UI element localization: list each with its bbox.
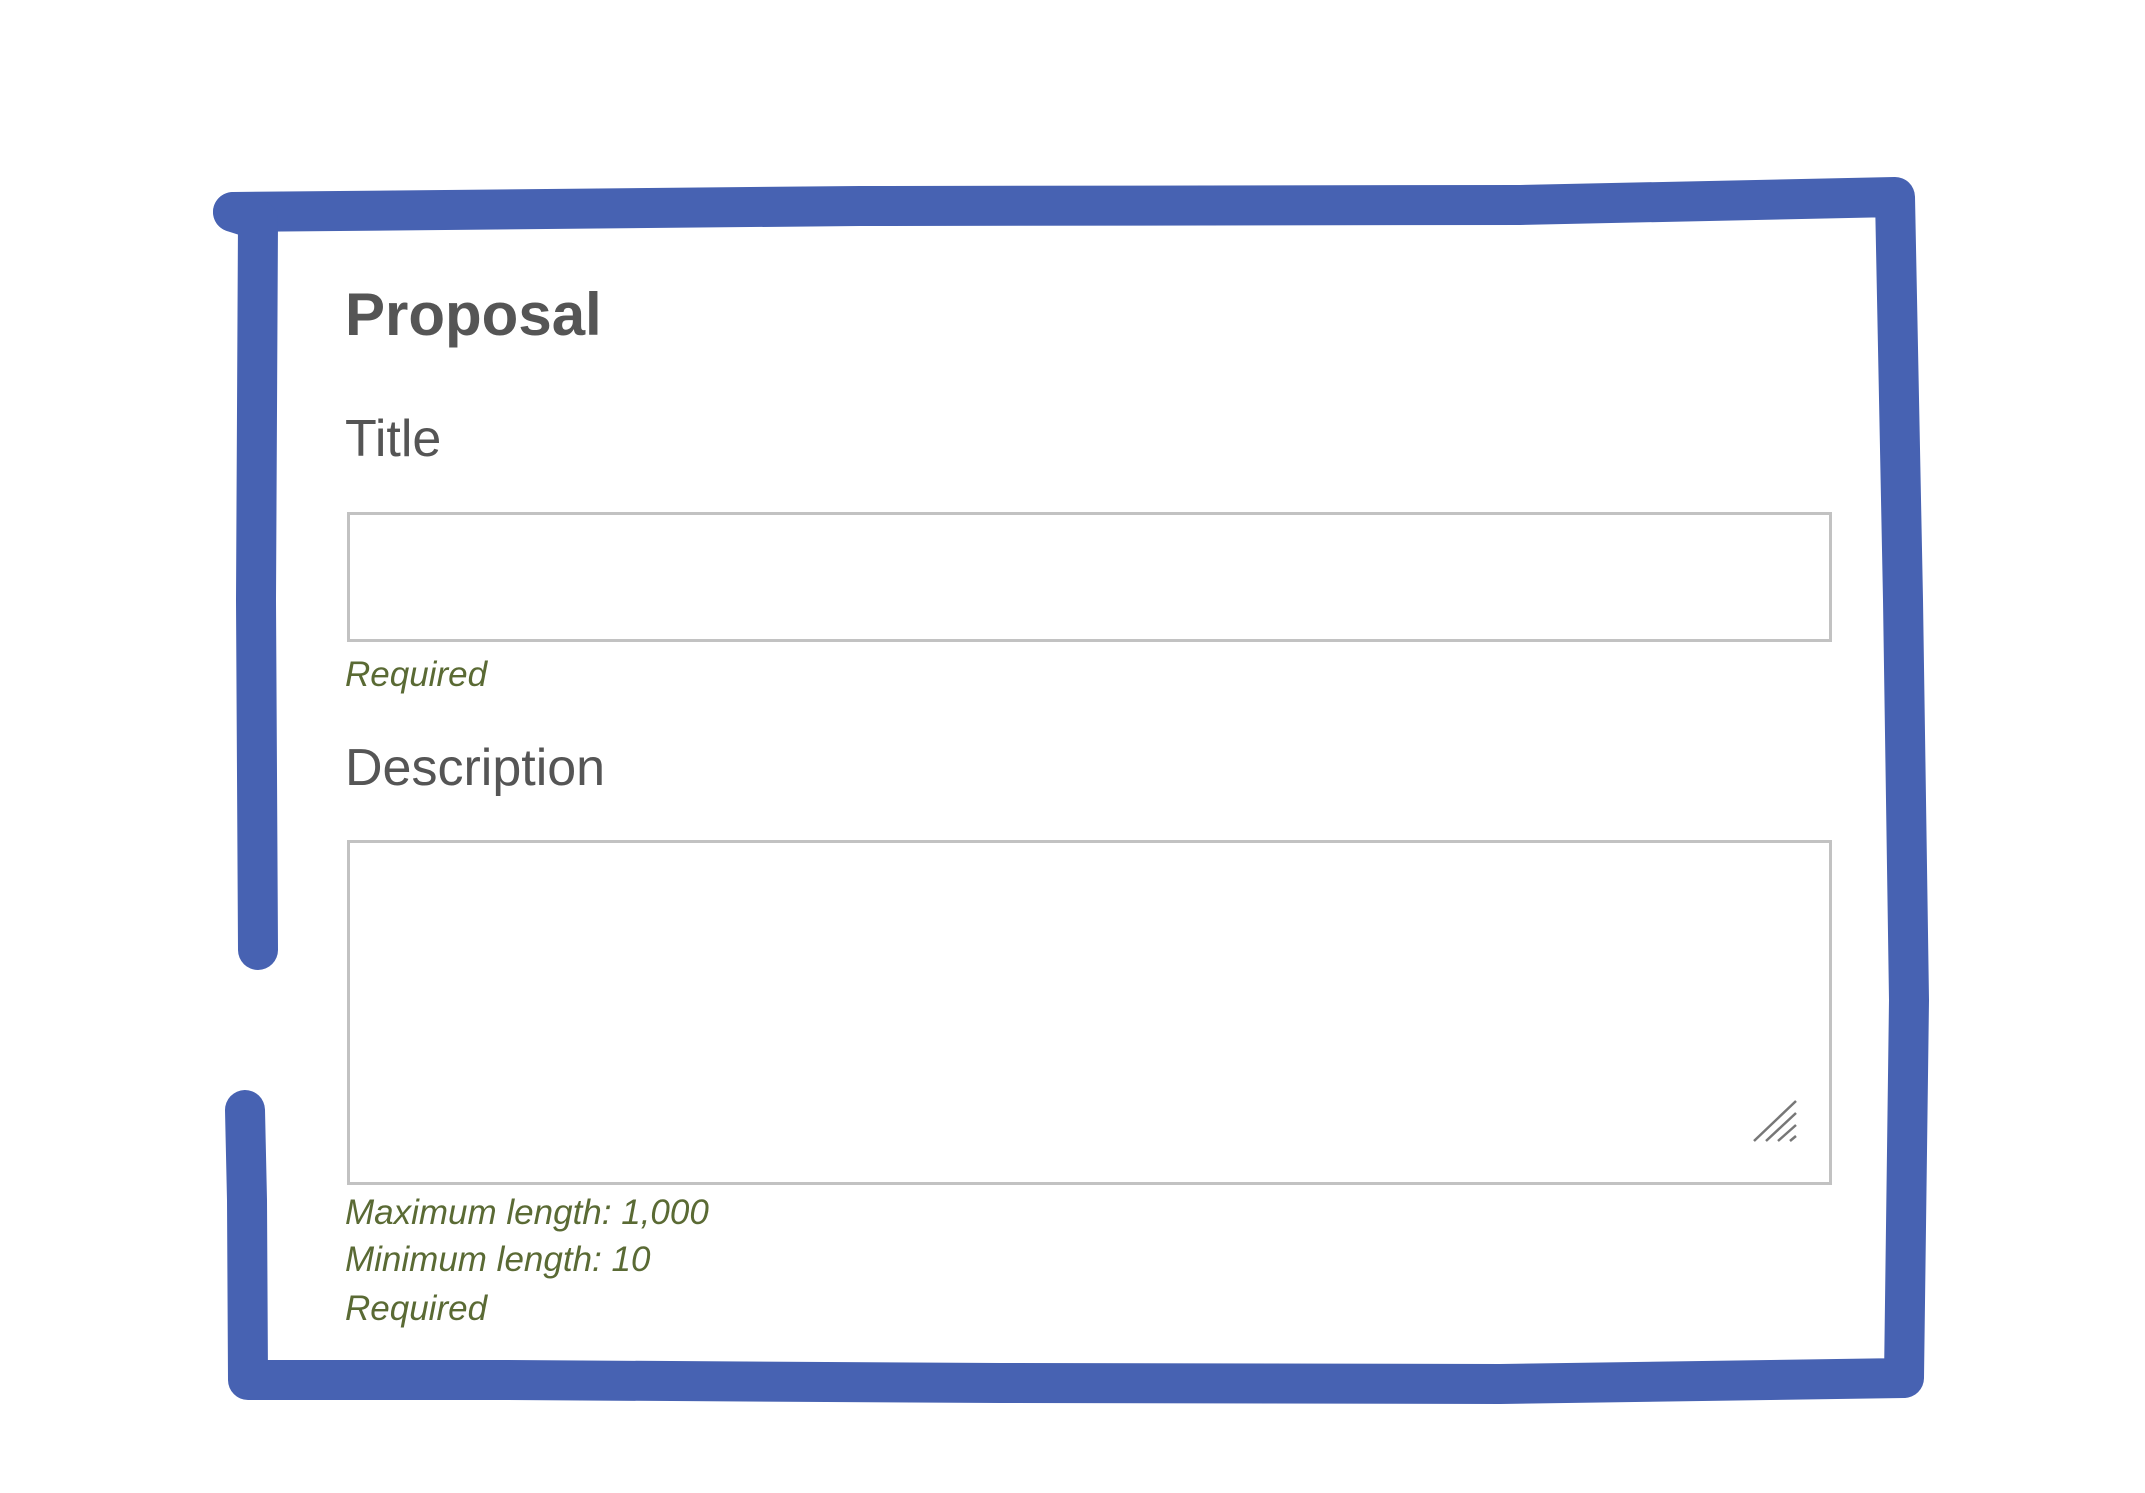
form-heading: Proposal: [345, 281, 602, 348]
description-required-hint: Required: [345, 1289, 488, 1328]
title-input[interactable]: [347, 512, 1832, 642]
title-label: Title: [345, 410, 442, 468]
description-textarea[interactable]: [347, 840, 1832, 1185]
description-max-length-hint: Maximum length: 1,000: [345, 1193, 709, 1232]
description-label: Description: [345, 739, 606, 797]
frame-stroke-left: [213, 192, 278, 970]
resize-grip-icon[interactable]: [1750, 1097, 1800, 1145]
proposal-form: Proposal Title Required Description Maxi…: [345, 285, 1835, 1335]
title-required-hint: Required: [345, 655, 488, 694]
description-min-length-hint: Minimum length: 10: [345, 1240, 651, 1279]
